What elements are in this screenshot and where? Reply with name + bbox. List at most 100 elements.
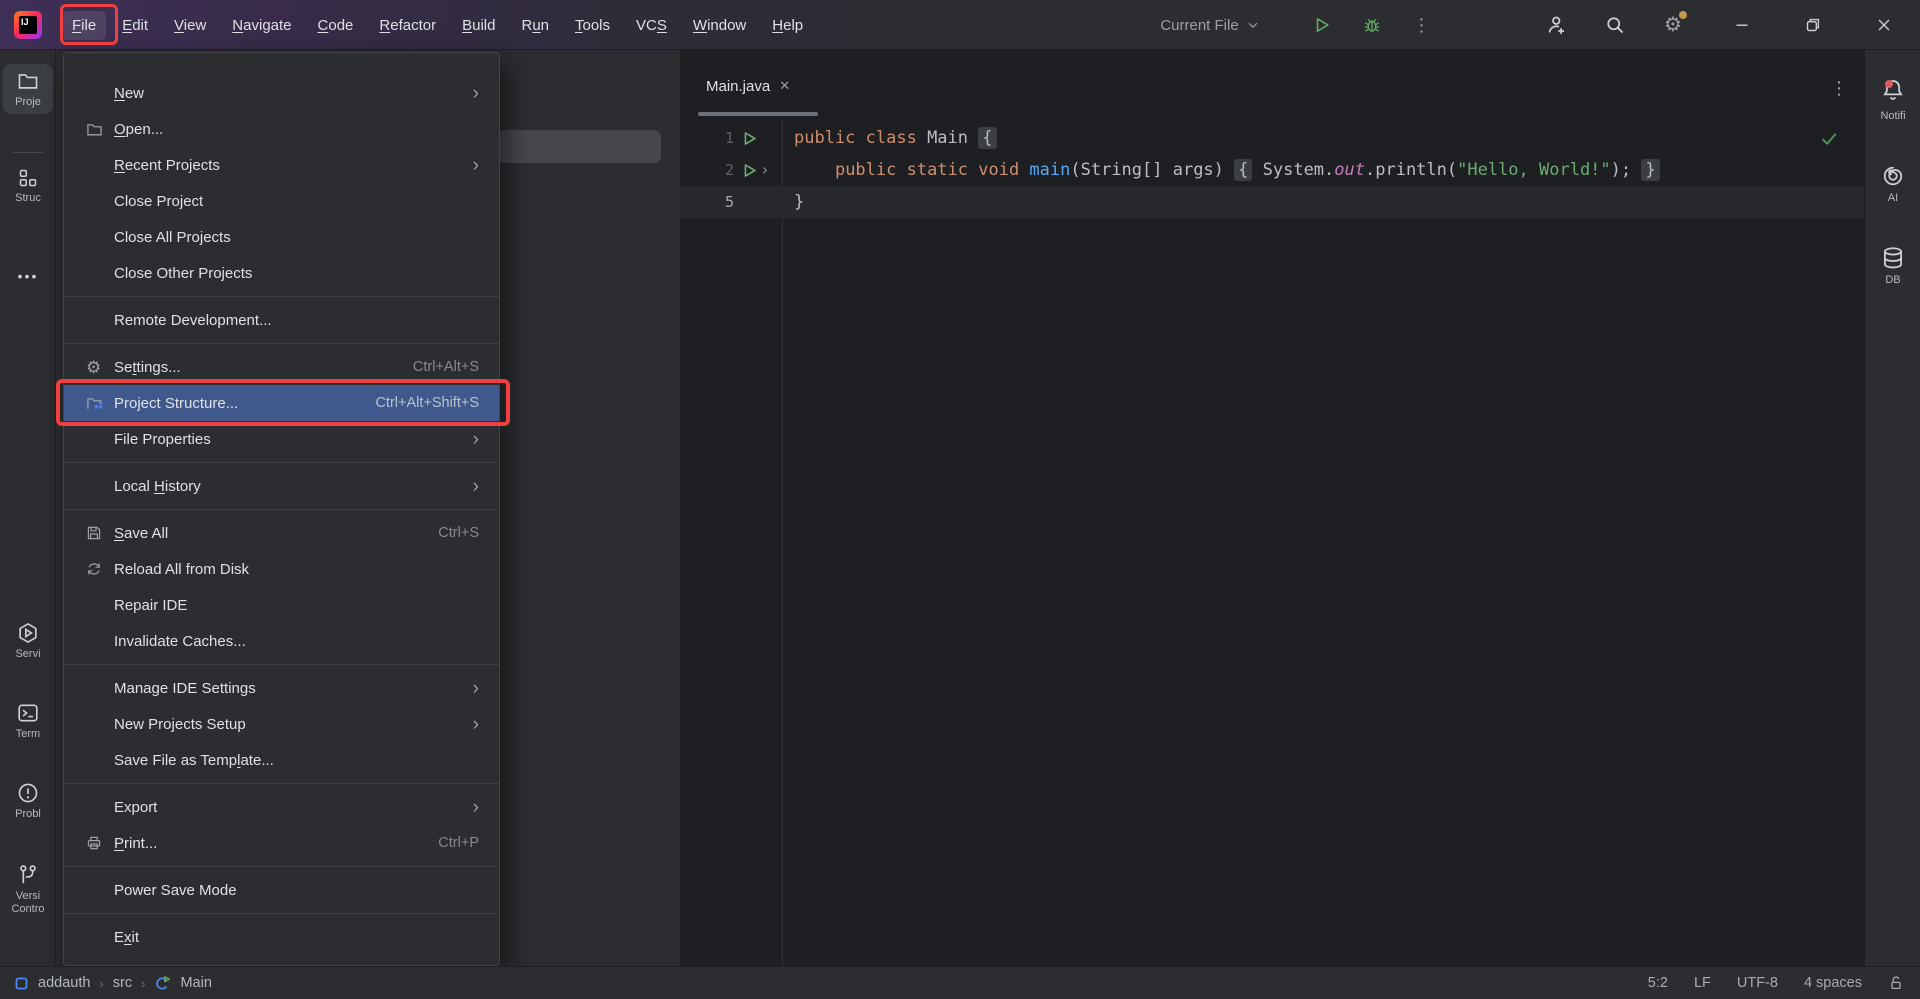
tool-database-button[interactable]: DB (1868, 240, 1918, 292)
stripe-more-button[interactable]: ••• (3, 262, 53, 290)
tool-notifications-button[interactable]: Notifi (1868, 72, 1918, 128)
menu-item-close-all-projects[interactable]: Close All Projects (64, 219, 499, 255)
code-line[interactable]: 2› public static void main(String[] args… (680, 154, 1864, 186)
menu-item-reload-all[interactable]: Reload All from Disk (64, 551, 499, 587)
menu-window[interactable]: Window (683, 11, 756, 40)
menu-item-exit[interactable]: Exit (64, 919, 499, 955)
line-number: 5 (680, 193, 734, 211)
chevron-right-icon: › (141, 976, 145, 991)
code-line[interactable]: 1 public class Main { (680, 122, 1864, 154)
line-number: 1 (680, 129, 734, 147)
menu-item-remote-development[interactable]: Remote Development... (64, 302, 499, 338)
notification-badge (1885, 80, 1893, 88)
code-text: public static void main(String[] args) {… (782, 160, 1660, 180)
title-bar: File Edit View Navigate Code Refactor Bu… (0, 0, 1920, 50)
indent-style[interactable]: 4 spaces (1804, 975, 1862, 991)
code-line[interactable]: 5} (680, 186, 1864, 218)
tab-title: Main.java (706, 78, 770, 95)
submenu-arrow-icon: › (473, 156, 479, 175)
menu-item-print[interactable]: Print... Ctrl+P (64, 825, 499, 861)
breadcrumb-class[interactable]: Main (180, 975, 211, 991)
settings-button[interactable]: ⚙ (1650, 0, 1696, 50)
menu-item-settings[interactable]: ⚙ Settings... Ctrl+Alt+S (64, 349, 499, 385)
menu-item-manage-ide-settings[interactable]: Manage IDE Settings › (64, 670, 499, 706)
breadcrumb: addauth › src › Main (0, 975, 212, 992)
tab-main-java[interactable]: Main.java ✕ (696, 64, 800, 108)
file-encoding[interactable]: UTF-8 (1737, 975, 1778, 991)
unlocked-icon[interactable] (1888, 975, 1904, 991)
services-icon (17, 622, 39, 644)
breadcrumb-project[interactable]: addauth (38, 975, 90, 991)
submenu-arrow-icon: › (473, 679, 479, 698)
git-branch-icon (17, 864, 39, 886)
breadcrumb-folder[interactable]: src (113, 975, 132, 991)
menu-item-new[interactable]: New › (64, 75, 499, 111)
menu-item-save-all[interactable]: Save All Ctrl+S (64, 515, 499, 551)
menu-item-close-project[interactable]: Close Project (64, 183, 499, 219)
run-line-icon[interactable] (742, 163, 757, 178)
menu-run[interactable]: Run (511, 11, 559, 40)
debug-button[interactable] (1352, 0, 1392, 50)
project-icon (14, 976, 29, 991)
more-actions-button[interactable]: ⋮ (1402, 0, 1442, 50)
menu-build[interactable]: Build (452, 11, 505, 40)
tool-problems-button[interactable]: Probl (3, 776, 53, 826)
menu-separator (64, 296, 499, 297)
menu-item-new-projects-setup[interactable]: New Projects Setup › (64, 706, 499, 742)
submenu-arrow-icon: › (473, 477, 479, 496)
run-line-icon[interactable] (742, 131, 757, 146)
menu-item-project-structure[interactable]: Project Structure... Ctrl+Alt+Shift+S (64, 385, 499, 421)
menu-file[interactable]: File (62, 11, 106, 40)
tool-ai-assistant-button[interactable]: AI (1868, 158, 1918, 210)
search-everywhere-button[interactable] (1592, 0, 1638, 50)
database-icon (1881, 246, 1905, 270)
status-bar: addauth › src › Main 5:2 LF UTF-8 4 spac… (0, 966, 1920, 999)
tab-options-button[interactable]: ⋮ (1830, 78, 1848, 99)
fold-arrow-icon[interactable]: › (760, 162, 770, 178)
restore-button[interactable] (1783, 0, 1843, 50)
menu-vcs[interactable]: VCS (626, 11, 677, 40)
menu-item-open[interactable]: Open... (64, 111, 499, 147)
code-with-me-button[interactable] (1532, 0, 1578, 50)
menu-item-power-save-mode[interactable]: Power Save Mode (64, 872, 499, 908)
menu-item-export[interactable]: Export › (64, 789, 499, 825)
line-separator[interactable]: LF (1694, 975, 1711, 991)
folder-icon (86, 121, 103, 138)
tool-services-button[interactable]: Servi (3, 616, 53, 666)
menu-item-close-other-projects[interactable]: Close Other Projects (64, 255, 499, 291)
project-tree-selected-row[interactable] (497, 130, 661, 163)
menu-separator (64, 343, 499, 344)
minimize-button[interactable] (1712, 0, 1772, 50)
menu-item-file-properties[interactable]: File Properties › (64, 421, 499, 457)
tool-version-control-button[interactable]: Versi Contro (3, 858, 53, 921)
code-lines: 1 public class Main { 2› public static voi… (680, 122, 1864, 218)
run-button[interactable] (1302, 0, 1342, 50)
menu-navigate[interactable]: Navigate (222, 11, 301, 40)
tab-close-icon[interactable]: ✕ (779, 78, 790, 94)
tool-project-button[interactable]: Proje (3, 64, 53, 114)
close-icon (1876, 17, 1892, 33)
menu-item-local-history[interactable]: Local History › (64, 468, 499, 504)
tool-terminal-button[interactable]: Term (3, 696, 53, 746)
editor-area[interactable]: Main.java ✕ ⋮ 1 public class Main { 2› pub… (680, 50, 1864, 966)
menu-help[interactable]: Help (762, 11, 813, 40)
menu-item-invalidate-caches[interactable]: Invalidate Caches... (64, 623, 499, 659)
add-user-icon (1545, 15, 1565, 35)
tool-structure-button[interactable]: Struc (3, 162, 53, 210)
menu-tools[interactable]: Tools (565, 11, 620, 40)
menu-view[interactable]: View (164, 11, 216, 40)
close-window-button[interactable] (1853, 0, 1915, 50)
run-configuration-selector[interactable]: Current File (1150, 0, 1270, 50)
code-text: public class Main { (782, 128, 997, 148)
menu-refactor[interactable]: Refactor (369, 11, 446, 40)
menu-code[interactable]: Code (308, 11, 364, 40)
menu-item-repair-ide[interactable]: Repair IDE (64, 587, 499, 623)
chevron-down-icon (1246, 18, 1260, 32)
menu-edit[interactable]: Edit (112, 11, 158, 40)
caret-position[interactable]: 5:2 (1648, 975, 1668, 991)
search-icon (1605, 15, 1625, 35)
editor-tab-bar: Main.java ✕ ⋮ (680, 50, 1864, 118)
minimize-icon (1734, 17, 1750, 33)
menu-item-recent-projects[interactable]: Recent Projects › (64, 147, 499, 183)
menu-item-save-file-as-template[interactable]: Save File as Template... (64, 742, 499, 778)
